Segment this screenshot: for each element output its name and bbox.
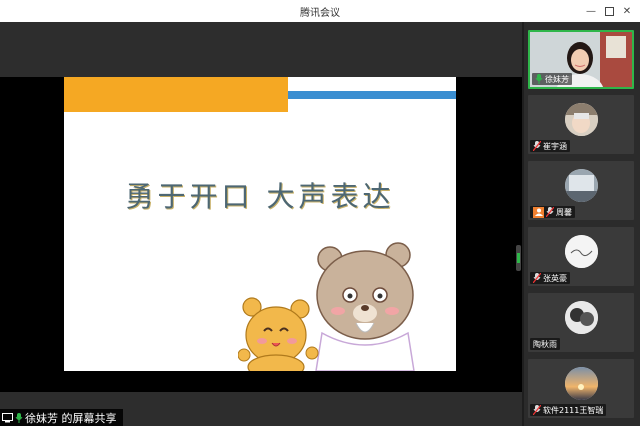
screen-share-icon [2, 412, 13, 423]
participant-tile-4[interactable]: 张英豪 [528, 227, 634, 286]
participant-tile-5[interactable]: 陶秋雨 [528, 293, 634, 352]
participant-name-tag-4: 张英豪 [530, 272, 570, 284]
participant-name: 张英豪 [543, 273, 567, 283]
participant-name: 周馨 [556, 207, 572, 217]
mic-muted-icon [532, 140, 542, 152]
participant-name: 陶秋雨 [533, 339, 557, 349]
slide-headline: 勇于开口 大声表达 [125, 180, 395, 213]
presentation-slide: 勇于开口 大声表达 [64, 77, 456, 371]
participant-name-tag-5: 陶秋雨 [530, 338, 560, 350]
participant-tile-6[interactable]: 软件2111王智瑞 [528, 359, 634, 418]
participant-name: 徐妹芳 [545, 74, 569, 84]
mic-muted-icon [532, 404, 542, 416]
mic-on-icon [535, 74, 543, 84]
participant-name: 崔宇涵 [543, 141, 567, 151]
participant-name-tag-2: 崔宇涵 [530, 140, 570, 152]
title-bar: 腾讯会议 — ✕ [0, 0, 640, 23]
mic-on-icon [15, 412, 23, 423]
maximize-button[interactable] [600, 2, 618, 20]
mic-muted-icon [532, 272, 542, 284]
participant-avatar-3 [565, 169, 598, 202]
mic-muted-icon [545, 206, 555, 218]
participant-avatar-5 [565, 301, 598, 334]
slide-orange-bar [64, 77, 288, 112]
close-button[interactable]: ✕ [618, 2, 636, 20]
participant-tile-1[interactable]: 徐妹芳 [528, 30, 634, 89]
participant-name-tag-1: 徐妹芳 [532, 73, 572, 85]
minimize-icon: — [586, 5, 596, 17]
close-icon: ✕ [622, 5, 632, 17]
participant-list: 徐妹芳 崔宇涵 周馨 张英豪 陶秋雨 软件2111王智瑞 [524, 22, 640, 426]
participant-avatar-4 [565, 235, 598, 268]
participant-avatar-6 [565, 367, 598, 400]
participant-name-tag-6: 软件2111王智瑞 [530, 404, 607, 416]
participant-tile-3[interactable]: 周馨 [528, 161, 634, 220]
participant-tile-2[interactable]: 崔宇涵 [528, 95, 634, 154]
bears-illustration [238, 242, 415, 371]
participant-avatar-2 [565, 103, 598, 136]
screen-share-label[interactable]: 徐妹芳 的屏幕共享 [0, 409, 123, 426]
participant-name: 软件2111王智瑞 [543, 405, 604, 415]
slide-blue-bar [288, 91, 456, 99]
main-stage: 勇于开口 大声表达 徐妹芳 的屏幕共享 [0, 22, 522, 426]
participant-name-tag-3: 周馨 [530, 206, 575, 218]
maximize-icon [604, 6, 614, 16]
host-badge-icon [533, 206, 544, 218]
window-title: 腾讯会议 [300, 8, 340, 19]
screen-share-text: 徐妹芳 的屏幕共享 [25, 411, 117, 425]
sidebar-collapse-handle[interactable] [516, 245, 521, 271]
shared-screen[interactable]: 勇于开口 大声表达 [0, 77, 522, 392]
minimize-button[interactable]: — [582, 2, 600, 20]
